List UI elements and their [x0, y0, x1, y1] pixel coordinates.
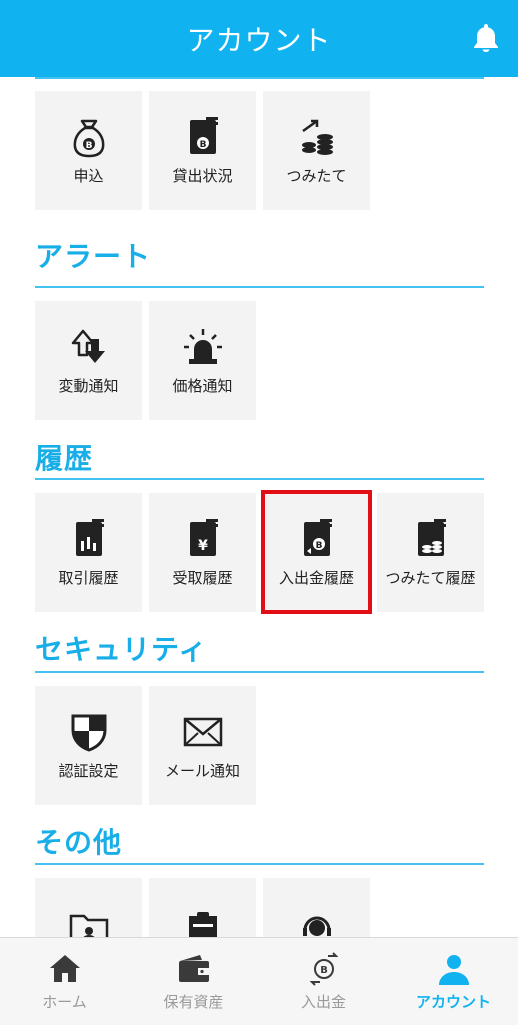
tile-label: つみたて履歴 — [385, 569, 476, 587]
coin-stack-icon — [301, 119, 333, 155]
tile-label: 貸出状況 — [172, 167, 233, 185]
tile-label: メール通知 — [164, 762, 240, 780]
envelope-icon — [183, 717, 222, 747]
tile-label: 認証設定 — [58, 762, 119, 780]
tile-label: 入出金履歴 — [278, 569, 354, 587]
tile-apply[interactable]: B 申込 — [35, 91, 142, 210]
headset-support-icon — [302, 916, 331, 936]
tile-support[interactable] — [263, 878, 370, 937]
document-bitcoin-transfer-icon: B — [303, 519, 332, 556]
home-icon — [49, 955, 80, 982]
page-title: アカウント — [186, 23, 332, 57]
tile-price-alert[interactable]: 価格通知 — [149, 301, 256, 420]
tile-label: 変動通知 — [58, 377, 119, 395]
svg-text:B: B — [320, 965, 328, 976]
tile-label: 取引履歴 — [58, 569, 119, 587]
tile-profile[interactable] — [35, 878, 142, 937]
bottom-tab-bar: ホーム 保有資産 B 入出金 アカウント — [0, 937, 518, 1025]
app-header: アカウント — [0, 0, 518, 77]
tab-home[interactable]: ホーム — [0, 938, 129, 1025]
tile-deposit-withdrawal-history[interactable]: B 入出金履歴 — [263, 493, 370, 612]
tile-email-notification[interactable]: メール通知 — [149, 686, 256, 805]
section-title-security: セキュリティ — [35, 633, 208, 666]
tile-label: つみたて — [286, 167, 347, 185]
bitcoin-transfer-icon: B — [309, 952, 338, 986]
folder-person-icon — [69, 914, 108, 937]
tile-fluctuation-alert[interactable]: 変動通知 — [35, 301, 142, 420]
wallet-icon — [178, 955, 209, 982]
section-divider — [35, 671, 484, 673]
bell-icon[interactable] — [471, 22, 501, 54]
tile-clipboard[interactable] — [149, 878, 256, 937]
tab-assets[interactable]: 保有資産 — [129, 938, 258, 1025]
tile-label: 価格通知 — [172, 377, 233, 395]
tile-accumulate-history[interactable]: つみたて履歴 — [377, 493, 484, 612]
document-bitcoin-icon: B — [189, 117, 218, 154]
tile-receipt-history[interactable]: ¥ 受取履歴 — [149, 493, 256, 612]
tab-deposit-withdraw[interactable]: B 入出金 — [259, 938, 388, 1025]
document-coins-icon — [417, 519, 446, 556]
shield-icon — [71, 714, 106, 752]
up-down-arrows-icon — [71, 329, 105, 363]
tile-label: 受取履歴 — [172, 569, 233, 587]
tile-label: 申込 — [73, 167, 104, 185]
tile-lending-status[interactable]: B 貸出状況 — [149, 91, 256, 210]
document-chart-icon — [75, 519, 104, 556]
svg-text:B: B — [315, 541, 322, 551]
tile-accumulate[interactable]: つみたて — [263, 91, 370, 210]
svg-text:B: B — [85, 141, 92, 151]
money-bag-icon: B — [73, 119, 104, 158]
clipboard-icon — [188, 912, 217, 937]
account-menu-scroll[interactable]: B 申込 B 貸出状況 つみたて アラート 変動通知 価格通知 履歴 取引履歴 … — [0, 77, 518, 937]
tile-authentication-settings[interactable]: 認証設定 — [35, 686, 142, 805]
siren-icon — [183, 329, 222, 364]
tab-label: 入出金 — [300, 993, 346, 1011]
tab-account[interactable]: アカウント — [389, 938, 518, 1025]
section-divider — [35, 286, 484, 288]
tile-trade-history[interactable]: 取引履歴 — [35, 493, 142, 612]
section-divider — [35, 77, 484, 79]
tab-label: 保有資産 — [163, 993, 224, 1011]
person-icon — [438, 955, 469, 985]
document-yen-icon: ¥ — [189, 519, 218, 556]
section-title-alert: アラート — [35, 240, 152, 273]
section-divider — [35, 478, 484, 480]
tab-label: アカウント — [415, 993, 491, 1011]
section-title-history: 履歴 — [35, 442, 94, 475]
tab-label: ホーム — [42, 993, 87, 1011]
svg-text:B: B — [199, 140, 206, 150]
section-divider — [35, 863, 484, 865]
section-title-other: その他 — [35, 826, 123, 859]
svg-text:¥: ¥ — [198, 538, 208, 554]
